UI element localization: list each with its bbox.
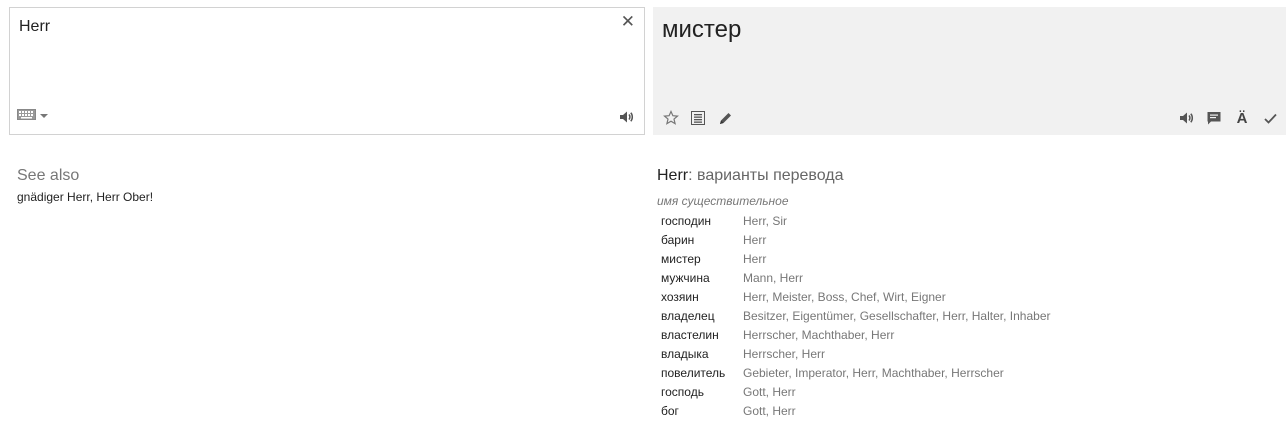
- term[interactable]: барин: [658, 230, 743, 249]
- list-icon[interactable]: [690, 110, 706, 126]
- term[interactable]: господь: [658, 382, 743, 401]
- dictionary-table: господин Herr, Sir барин Herr мистер Herr м…: [658, 211, 1050, 420]
- speaker-icon[interactable]: [618, 109, 634, 125]
- table-row: господь Gott, Herr: [658, 382, 1050, 401]
- see-also-links[interactable]: gnädiger Herr, Herr Ober!: [17, 190, 153, 204]
- term[interactable]: владелец: [658, 306, 743, 325]
- term[interactable]: мистер: [658, 249, 743, 268]
- synonyms[interactable]: Gott, Herr: [743, 401, 1050, 420]
- synonyms[interactable]: Herrscher, Machthaber, Herr: [743, 325, 1050, 344]
- speaker-icon[interactable]: [1178, 110, 1194, 126]
- variants-header-label: : варианты перевода: [688, 167, 844, 184]
- synonyms[interactable]: Herr, Meister, Boss, Chef, Wirt, Eigner: [743, 287, 1050, 306]
- synonyms[interactable]: Herr: [743, 230, 1050, 249]
- translation-variants: Herr: варианты перевода имя существитель…: [657, 167, 1050, 420]
- term[interactable]: повелитель: [658, 363, 743, 382]
- variants-word: Herr: [657, 167, 689, 184]
- synonyms[interactable]: Herr: [743, 249, 1050, 268]
- translation-panel: мистер Ä: [653, 7, 1286, 135]
- source-text-input[interactable]: Herr: [19, 18, 50, 36]
- table-row: господин Herr, Sir: [658, 211, 1050, 230]
- table-row: барин Herr: [658, 230, 1050, 249]
- synonyms[interactable]: Gott, Herr: [743, 382, 1050, 401]
- keyboard-icon: [17, 107, 36, 125]
- table-row: мистер Herr: [658, 249, 1050, 268]
- table-row: владелец Besitzer, Eigentümer, Gesellscha…: [658, 306, 1050, 325]
- table-row: владыка Herrscher, Herr: [658, 344, 1050, 363]
- check-icon[interactable]: [1262, 110, 1278, 126]
- term[interactable]: бог: [658, 401, 743, 420]
- term[interactable]: господин: [658, 211, 743, 230]
- chevron-down-icon: [40, 114, 48, 118]
- feedback-icon[interactable]: [1206, 110, 1222, 126]
- clear-icon[interactable]: ✕: [621, 13, 635, 30]
- table-row: властелин Herrscher, Machthaber, Herr: [658, 325, 1050, 344]
- synonyms[interactable]: Besitzer, Eigentümer, Gesellschafter, He…: [743, 306, 1050, 325]
- see-also-section: See also gnädiger Herr, Herr Ober!: [17, 167, 153, 204]
- synonyms[interactable]: Herr, Sir: [743, 211, 1050, 230]
- star-icon[interactable]: [663, 110, 679, 126]
- variants-header: Herr: варианты перевода: [657, 167, 1050, 185]
- translation-text: мистер: [662, 16, 742, 43]
- synonyms[interactable]: Herrscher, Herr: [743, 344, 1050, 363]
- term[interactable]: владыка: [658, 344, 743, 363]
- source-text-panel[interactable]: Herr ✕: [9, 7, 645, 135]
- see-also-title: See also: [17, 167, 80, 184]
- synonyms[interactable]: Gebieter, Imperator, Herr, Machthaber, H…: [743, 363, 1050, 382]
- pencil-icon[interactable]: [717, 110, 733, 126]
- term[interactable]: властелин: [658, 325, 743, 344]
- table-row: бог Gott, Herr: [658, 401, 1050, 420]
- part-of-speech: имя существительное: [657, 194, 789, 208]
- table-row: хозяин Herr, Meister, Boss, Chef, Wirt, E…: [658, 287, 1050, 306]
- synonyms[interactable]: Mann, Herr: [743, 268, 1050, 287]
- table-row: повелитель Gebieter, Imperator, Herr, Mac…: [658, 363, 1050, 382]
- table-row: мужчина Mann, Herr: [658, 268, 1050, 287]
- term[interactable]: хозяин: [658, 287, 743, 306]
- input-tools-button[interactable]: [17, 107, 48, 125]
- term[interactable]: мужчина: [658, 268, 743, 287]
- transliteration-icon[interactable]: Ä: [1234, 110, 1250, 126]
